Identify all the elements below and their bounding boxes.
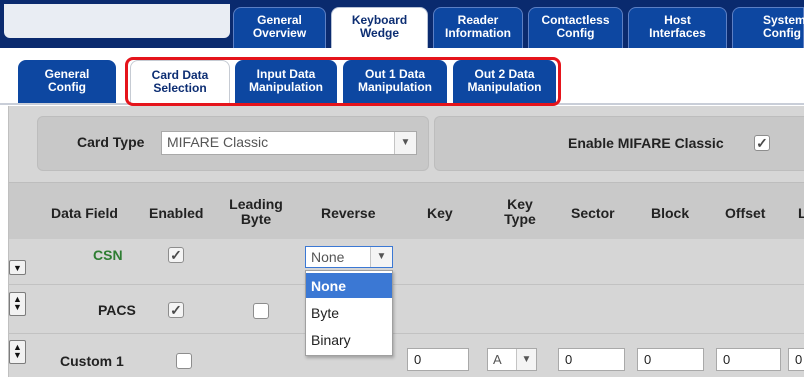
chevron-down-icon: ▼ <box>370 247 392 267</box>
column-header-line2: Type <box>504 211 536 227</box>
column-header-sector: Sector <box>571 205 615 221</box>
tab-label-line2: Manipulation <box>358 80 432 94</box>
column-header-line2: Byte <box>240 211 272 227</box>
table-header: Data Field Enabled Leading Byte Reverse … <box>9 182 804 239</box>
csn-enabled-checkbox[interactable]: ✓ <box>168 247 184 263</box>
column-header-block: Block <box>651 205 690 221</box>
tab-label-line2: Interfaces <box>649 26 706 40</box>
column-header-offset: Offset <box>725 205 766 221</box>
tab-label-line2: Wedge <box>359 26 400 40</box>
sub-tab-baseline <box>0 103 804 105</box>
arrow-down-icon: ▼ <box>13 263 22 273</box>
dropdown-option-byte[interactable]: Byte <box>306 300 392 325</box>
tab-label-line2: Config <box>48 80 86 94</box>
row-label-csn: CSN <box>93 247 123 263</box>
column-header-reverse: Reverse <box>321 205 376 221</box>
tab-contactless-config[interactable]: Contactless Config <box>528 7 623 48</box>
card-type-value: MIFARE Classic <box>167 134 269 150</box>
card-type-panel: Card Type MIFARE Classic ▼ <box>37 116 429 171</box>
enable-mifare-panel: Enable MIFARE Classic ✓ <box>434 116 804 171</box>
pacs-reorder-button[interactable]: ▲ ▼ <box>9 292 26 316</box>
column-header-truncated: L <box>798 205 804 221</box>
tab-label-line2: Overview <box>252 26 307 40</box>
enable-mifare-checkbox[interactable]: ✓ <box>754 135 770 151</box>
pacs-leading-byte-checkbox[interactable] <box>253 303 269 319</box>
tab-system-config[interactable]: System Config <box>732 7 804 48</box>
card-type-select[interactable]: MIFARE Classic ▼ <box>161 131 417 155</box>
logo-area <box>4 4 230 38</box>
custom-1-key-input[interactable]: 0 <box>407 348 469 371</box>
column-header-enabled: Enabled <box>149 205 204 221</box>
move-row-down-button[interactable]: ▼ <box>9 260 26 275</box>
subtab-card-data-selection[interactable]: Card Data Selection <box>130 60 230 103</box>
tab-label-line2: Manipulation <box>467 80 542 94</box>
subtab-out1-data-manipulation[interactable]: Out 1 Data Manipulation <box>343 60 447 103</box>
table-row-csn: CSN ✓ None ▼ <box>8 240 804 284</box>
tab-label-line2: Information <box>445 26 511 40</box>
column-header-key-type: Key Type <box>499 197 541 227</box>
csn-reverse-value: None <box>311 249 345 265</box>
top-navigation-bar: General Overview Keyboard Wedge Reader I… <box>0 0 804 50</box>
row-label-pacs: PACS <box>98 302 136 318</box>
dropdown-option-binary[interactable]: Binary <box>306 327 392 352</box>
subtab-general-config[interactable]: General Config <box>18 60 116 103</box>
card-type-label: Card Type <box>77 134 145 150</box>
arrow-down-icon: ▼ <box>13 302 22 312</box>
subtab-out2-data-manipulation[interactable]: Out 2 Data Manipulation <box>453 60 556 103</box>
custom-1-key-type-value: A <box>493 352 502 367</box>
custom-1-key-type-select[interactable]: A ▼ <box>487 348 537 371</box>
tab-label-line2: Config <box>763 26 801 40</box>
arrow-down-icon: ▼ <box>13 350 22 360</box>
column-header-line1: Leading <box>229 196 283 212</box>
column-header-data-field: Data Field <box>51 205 118 221</box>
reverse-dropdown-list: None Byte Binary <box>305 270 393 356</box>
csn-reverse-select[interactable]: None ▼ <box>305 246 393 268</box>
chevron-down-icon: ▼ <box>394 132 416 154</box>
tab-general-overview[interactable]: General Overview <box>233 7 326 48</box>
custom-1-offset-input[interactable]: 0 <box>716 348 781 371</box>
dropdown-option-none[interactable]: None <box>306 273 392 298</box>
enable-mifare-label: Enable MIFARE Classic <box>568 135 724 151</box>
column-header-line1: Key <box>507 196 533 212</box>
chevron-down-icon: ▼ <box>516 349 536 370</box>
tab-label-line2: Selection <box>153 81 207 95</box>
column-header-leading-byte: Leading Byte <box>227 197 285 227</box>
table-row-pacs: PACS ✓ <box>8 284 804 328</box>
column-header-key: Key <box>427 205 453 221</box>
subtab-input-data-manipulation[interactable]: Input Data Manipulation <box>235 60 337 103</box>
keyboard-wedge-config-page: General Overview Keyboard Wedge Reader I… <box>0 0 804 377</box>
pacs-enabled-checkbox[interactable]: ✓ <box>168 302 184 318</box>
custom-1-block-input[interactable]: 0 <box>637 348 704 371</box>
table-row-custom-1: Custom 1 0 A ▼ 0 0 0 0 <box>8 333 804 377</box>
custom-1-enabled-checkbox[interactable] <box>176 353 192 369</box>
tab-host-interfaces[interactable]: Host Interfaces <box>628 7 727 48</box>
tab-label-line2: Config <box>556 26 595 40</box>
custom-1-reorder-button[interactable]: ▲ ▼ <box>9 340 26 364</box>
row-label-custom-1: Custom 1 <box>60 353 124 369</box>
tab-label-line2: Manipulation <box>249 80 323 94</box>
custom-1-sector-input[interactable]: 0 <box>558 348 625 371</box>
sub-tab-row: General Config Card Data Selection Input… <box>0 48 804 106</box>
tab-reader-information[interactable]: Reader Information <box>433 7 523 48</box>
custom-1-truncated-input[interactable]: 0 <box>788 348 804 371</box>
tab-keyboard-wedge[interactable]: Keyboard Wedge <box>331 7 428 50</box>
